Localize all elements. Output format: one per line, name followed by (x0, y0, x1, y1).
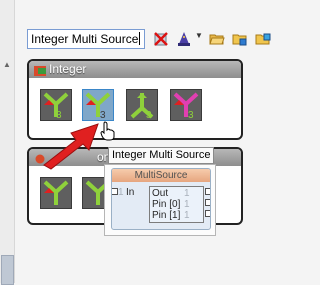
output-port-pin0 (205, 199, 210, 206)
output-label-out: Out (152, 188, 169, 199)
folder-blue-icon[interactable] (254, 30, 272, 48)
integer-panel-header[interactable]: Integer (29, 61, 241, 78)
svg-text:3: 3 (146, 110, 152, 120)
multisource-node-preview: MultiSource 1 In Out Pin [0] Pin [1] 1 1… (111, 168, 211, 230)
svg-text:3: 3 (100, 110, 106, 120)
chevron-down-icon[interactable]: ▼ (195, 31, 203, 40)
combine-node-icon: 3 (173, 92, 199, 121)
chevron-up-icon[interactable]: ▲ (3, 60, 11, 69)
output-hint-pin0: 1 (184, 199, 190, 210)
svg-text:3: 3 (188, 110, 194, 120)
input-port (112, 188, 118, 195)
node-tooltip: Integer Multi Source (108, 147, 214, 164)
wizard-icon[interactable] (175, 30, 193, 48)
clear-search-icon[interactable] (152, 30, 170, 48)
outputs-box: Out Pin [0] Pin [1] 1 1 1 (149, 186, 204, 223)
text-caret (139, 32, 141, 45)
output-hint-out: 1 (184, 188, 190, 199)
scrollbar-thumb[interactable] (1, 255, 14, 285)
preview-node-title: MultiSource (112, 169, 210, 182)
split-node-icon: 3 (130, 93, 154, 121)
merge-node-icon: 3 (43, 92, 69, 121)
hand-cursor-icon (100, 121, 115, 141)
folder-yellow-icon[interactable] (231, 30, 249, 48)
integer-category-icon (34, 64, 46, 81)
tooltip-text: Integer Multi Source (112, 149, 211, 161)
integer-node-4-button[interactable]: 3 (170, 89, 202, 121)
search-input-value: Integer Multi Source (31, 32, 139, 46)
open-folder-icon[interactable] (208, 30, 226, 48)
search-input[interactable]: Integer Multi Source (27, 29, 145, 49)
red-arrow-icon (43, 123, 99, 170)
input-label: In (126, 187, 135, 198)
integer-multi-source-button[interactable]: 3 (82, 89, 114, 121)
input-hint: 1 (118, 187, 124, 198)
left-panel-strip: ▲ (0, 0, 15, 285)
output-port-out (205, 188, 210, 195)
node-preview: MultiSource 1 In Out Pin [0] Pin [1] 1 1… (104, 164, 216, 236)
integer-node-1-button[interactable]: 3 (40, 89, 72, 121)
output-hint-pin1: 1 (184, 210, 190, 221)
multi-source-node-icon: 3 (85, 92, 111, 121)
conversion-node-icon (43, 180, 69, 205)
output-label-pin0: Pin [0] (152, 199, 181, 210)
output-label-pin1: Pin [1] (152, 210, 181, 221)
output-port-pin1 (205, 210, 210, 217)
integer-node-3-button[interactable]: 3 (126, 89, 158, 121)
integer-panel-title: Integer (49, 62, 87, 76)
conversion-node-1-button[interactable] (40, 177, 72, 209)
